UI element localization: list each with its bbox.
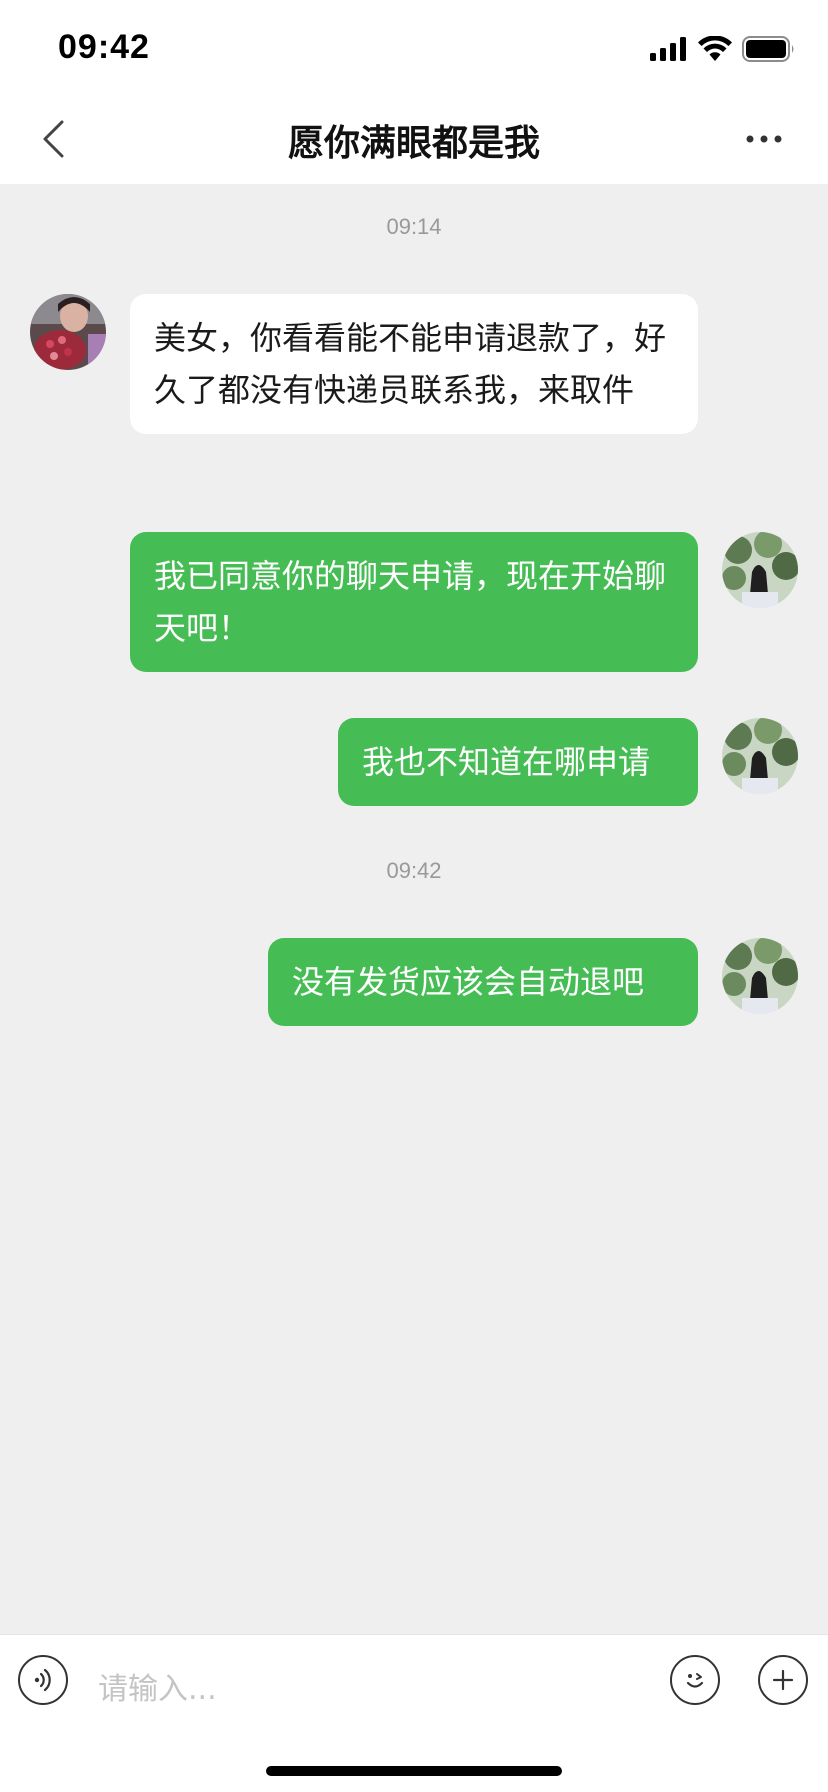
battery-icon xyxy=(742,36,794,62)
message-timestamp: 09:42 xyxy=(386,858,442,883)
more-dots-icon xyxy=(746,135,782,143)
chat-screen: 09:42 愿你满眼都是我 09:14 美女，你看看能不能申请退款了，好久了都没… xyxy=(0,0,828,1792)
my-avatar-image xyxy=(722,718,798,794)
voice-icon xyxy=(34,1668,51,1692)
more-options-button[interactable] xyxy=(736,114,792,164)
voice-input-button[interactable] xyxy=(18,1655,68,1705)
home-indicator xyxy=(266,1766,562,1776)
wifi-icon xyxy=(698,36,732,61)
message-input[interactable] xyxy=(98,1661,658,1717)
plus-icon xyxy=(772,1669,794,1691)
emoji-icon xyxy=(686,1673,704,1688)
my-avatar-image xyxy=(722,532,798,608)
message-bubble-outgoing[interactable]: 没有发货应该会自动退吧 xyxy=(268,938,698,1026)
message-bubble-outgoing[interactable]: 我已同意你的聊天申请，现在开始聊天吧！ xyxy=(130,532,698,672)
status-icons xyxy=(650,34,796,64)
my-avatar[interactable] xyxy=(722,718,798,794)
page-title: 愿你满眼都是我 xyxy=(287,123,540,164)
my-avatar[interactable] xyxy=(722,938,798,1014)
add-attachment-button[interactable] xyxy=(758,1655,808,1705)
my-avatar[interactable] xyxy=(722,532,798,608)
message-bubble-incoming[interactable]: 美女，你看看能不能申请退款了，好久了都没有快递员联系我，来取件 xyxy=(130,294,698,434)
cellular-signal-icon xyxy=(650,37,686,61)
status-time: 09:42 xyxy=(58,28,150,66)
emoji-button[interactable] xyxy=(670,1655,720,1705)
contact-avatar-image xyxy=(30,294,106,370)
message-bubble-outgoing[interactable]: 我也不知道在哪申请 xyxy=(338,718,698,806)
contact-avatar[interactable] xyxy=(30,294,106,370)
my-avatar-image xyxy=(722,938,798,1014)
chat-header: 愿你满眼都是我 xyxy=(0,92,828,184)
status-bar: 09:42 xyxy=(0,0,828,92)
message-timestamp: 09:14 xyxy=(386,214,442,239)
